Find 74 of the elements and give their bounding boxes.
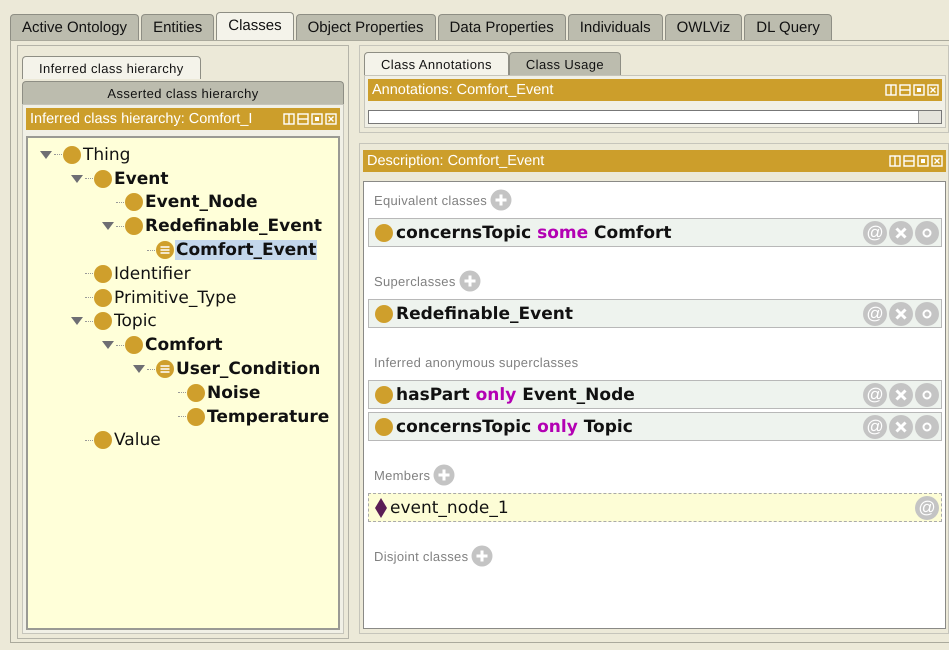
tree-item[interactable]: Value (113, 430, 162, 450)
delete-button[interactable] (889, 302, 913, 326)
tree-item[interactable]: Identifier (113, 264, 192, 284)
section-label: Superclasses (374, 274, 456, 288)
maximize-icon[interactable] (913, 84, 925, 96)
class-expression[interactable]: Redefinable_Event (396, 304, 861, 324)
edit-button[interactable] (915, 302, 939, 326)
tree-item[interactable]: Thing (82, 144, 132, 165)
split-horizontal-icon[interactable] (899, 84, 911, 96)
section-label: Members (374, 468, 430, 482)
tree-item[interactable]: Event (113, 168, 170, 189)
close-icon[interactable] (325, 113, 337, 125)
tab[interactable]: Classes (216, 12, 294, 40)
tab[interactable]: DL Query (744, 14, 832, 40)
expand-toggle-icon[interactable] (39, 150, 53, 160)
add-button[interactable] (490, 189, 512, 211)
individual-icon (374, 496, 388, 518)
expand-toggle-icon[interactable] (132, 364, 146, 374)
class-icon (374, 304, 394, 324)
tree-item[interactable]: Primitive_Type (113, 288, 238, 308)
expand-toggle-icon[interactable] (70, 174, 84, 184)
scroll-button[interactable] (918, 111, 941, 123)
tab[interactable]: Object Properties (296, 14, 436, 40)
tree-item[interactable]: Comfort (144, 335, 224, 356)
maximize-icon[interactable] (311, 113, 323, 125)
close-icon[interactable] (927, 84, 939, 96)
class-icon (374, 416, 394, 436)
view-title: Description: Comfort_Event (367, 153, 544, 169)
expand-toggle-icon[interactable] (70, 316, 84, 326)
close-icon[interactable] (931, 155, 943, 167)
split-vertical-icon[interactable] (885, 84, 897, 96)
delete-button[interactable] (889, 220, 913, 244)
add-button[interactable] (471, 545, 494, 567)
tab[interactable]: Class Usage (508, 52, 621, 75)
tree-item[interactable]: User_Condition (175, 359, 322, 380)
split-horizontal-icon[interactable] (297, 113, 309, 125)
class-expression[interactable]: concernsTopic some Comfort (396, 222, 861, 242)
tree-item[interactable]: Temperature (206, 406, 330, 427)
tab[interactable]: OWLViz (664, 14, 742, 40)
edit-button[interactable] (915, 220, 939, 244)
tab[interactable]: Data Properties (438, 14, 566, 40)
view-title: Annotations: Comfort_Event (372, 82, 554, 98)
tab[interactable]: Class Annotations (364, 52, 509, 75)
add-button[interactable] (458, 270, 481, 292)
tree-item[interactable]: Noise (206, 382, 262, 403)
section-label: Disjoint classes (374, 548, 468, 564)
tree-item[interactable]: Comfort_Event (175, 240, 318, 260)
split-vertical-icon[interactable] (889, 155, 901, 167)
class-icon (374, 222, 394, 242)
tree-item[interactable]: Redefinable_Event (144, 216, 323, 236)
class-icon (374, 384, 394, 404)
expand-toggle-icon[interactable] (101, 221, 115, 232)
expand-toggle-icon[interactable] (101, 340, 115, 350)
add-button[interactable] (433, 464, 456, 486)
tab[interactable]: Active Ontology (10, 14, 140, 40)
maximize-icon[interactable] (917, 155, 929, 167)
edit-button[interactable] (915, 414, 939, 438)
tab[interactable]: Individuals (568, 14, 663, 40)
section-label: Inferred anonymous superclasses (374, 354, 578, 370)
class-expression[interactable]: concernsTopic only Topic (396, 416, 861, 436)
split-vertical-icon[interactable] (283, 113, 295, 125)
class-expression[interactable]: hasPart only Event_Node (396, 384, 861, 404)
tree-item[interactable]: Topic (113, 311, 158, 332)
section-label: Equivalent classes (374, 192, 488, 208)
tab[interactable]: Entities (141, 14, 214, 40)
class-expression[interactable]: event_node_1 (390, 498, 913, 518)
delete-button[interactable] (889, 382, 913, 406)
edit-button[interactable] (915, 382, 939, 406)
tab[interactable]: Asserted class hierarchy (22, 81, 344, 104)
tree-item[interactable]: Event_Node (144, 192, 259, 212)
tab[interactable]: Inferred class hierarchy (22, 56, 201, 79)
view-title: Inferred class hierarchy: Comfort_I (30, 111, 252, 127)
split-horizontal-icon[interactable] (903, 155, 915, 167)
delete-button[interactable] (889, 414, 913, 438)
